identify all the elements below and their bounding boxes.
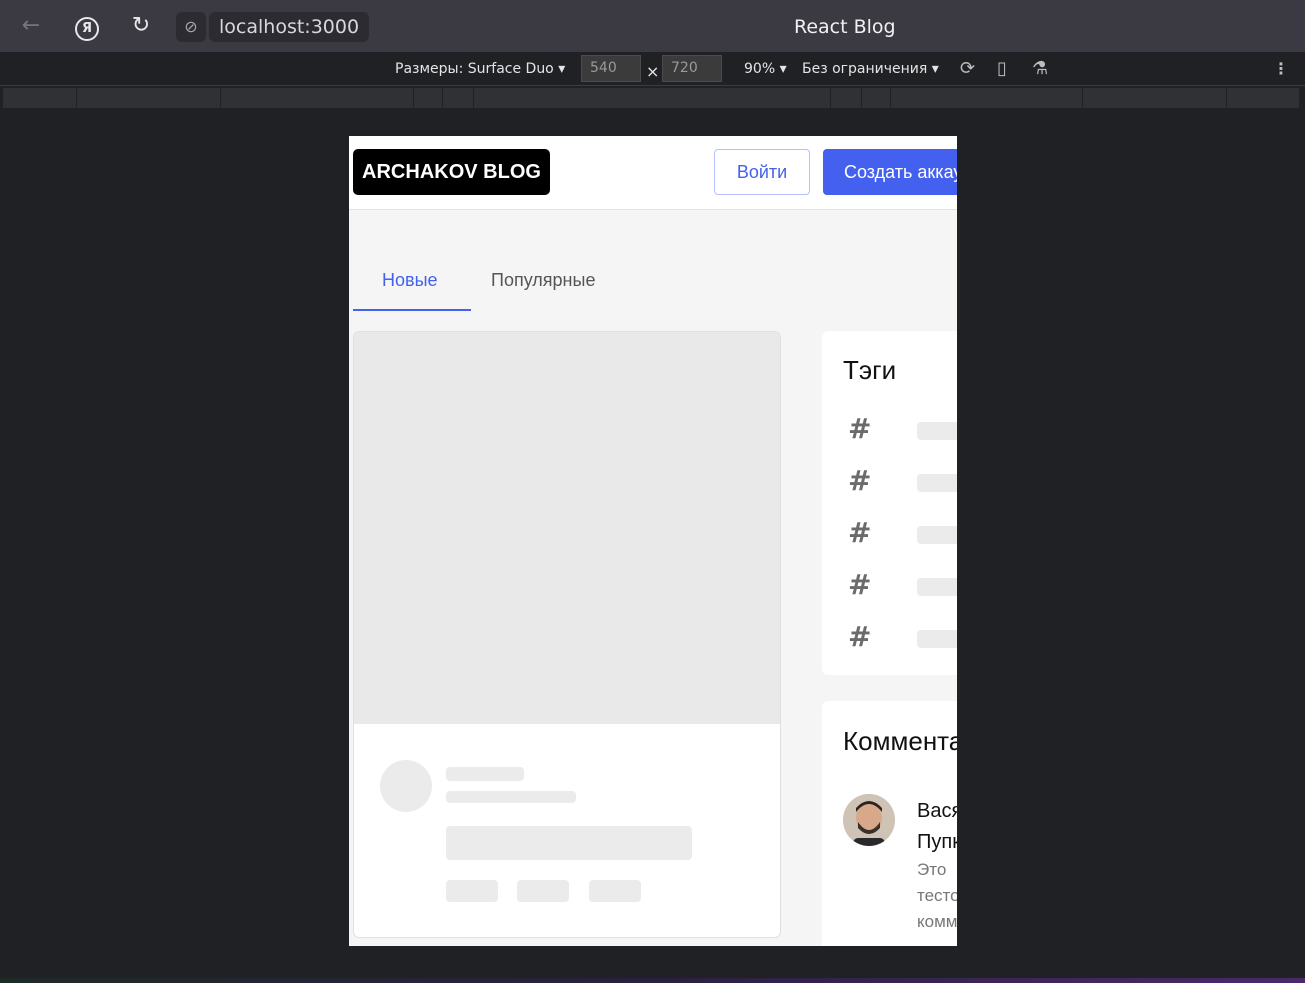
site-info-icon[interactable]: ⊘ xyxy=(176,12,206,42)
tag-skeleton xyxy=(446,880,498,902)
logo[interactable]: ARCHAKOV BLOG xyxy=(353,149,550,195)
comments-card: Комментарии Вася Пупкин Это тестовый ком… xyxy=(822,701,957,946)
hashtag-icon: # xyxy=(848,412,872,445)
tab-popular[interactable]: Популярные xyxy=(491,270,595,291)
media-query-segment[interactable] xyxy=(1083,88,1227,108)
window-edge xyxy=(0,978,1305,983)
media-query-ruler xyxy=(3,88,1300,108)
tag-label-skeleton xyxy=(917,578,957,596)
tag-skeleton xyxy=(517,880,569,902)
device-viewport: ARCHAKOV BLOG Войти Создать аккаунт Новы… xyxy=(349,136,957,946)
tag-label-skeleton xyxy=(917,526,957,544)
dimensions-dropdown[interactable]: Размеры: Surface Duo ▾ xyxy=(395,61,565,77)
hashtag-icon: # xyxy=(848,464,872,497)
media-query-segment[interactable] xyxy=(862,88,891,108)
media-query-segment[interactable] xyxy=(3,88,77,108)
media-query-segment[interactable] xyxy=(77,88,221,108)
title-skeleton xyxy=(446,826,692,860)
media-query-segment[interactable] xyxy=(443,88,474,108)
media-query-segment[interactable] xyxy=(831,88,862,108)
height-input[interactable]: 720 xyxy=(662,55,722,82)
media-query-segment[interactable] xyxy=(474,88,831,108)
width-input[interactable]: 540 xyxy=(581,55,641,82)
tag-item[interactable]: # xyxy=(822,564,957,604)
yandex-icon[interactable]: Я xyxy=(73,12,101,41)
tags-card: Тэги # # # # # xyxy=(822,331,957,675)
date-skeleton xyxy=(446,791,576,803)
address-bar[interactable]: localhost:3000 xyxy=(209,12,370,42)
site-header: ARCHAKOV BLOG Войти Создать аккаунт xyxy=(349,136,957,210)
tag-label-skeleton xyxy=(917,630,957,648)
hashtag-icon: # xyxy=(848,568,872,601)
post-card-skeleton xyxy=(353,331,781,938)
tab-new[interactable]: Новые xyxy=(382,270,438,291)
avatar xyxy=(843,794,895,846)
flask-icon[interactable]: ⚗ xyxy=(1032,58,1048,79)
comments-title: Комментарии xyxy=(843,726,957,756)
chevron-down-icon: ▾ xyxy=(931,61,939,77)
browser-toolbar: ← Я ↻ ⊘ localhost:3000 React Blog xyxy=(0,0,1305,52)
media-query-segment[interactable] xyxy=(221,88,414,108)
avatar-skeleton xyxy=(380,760,432,812)
hashtag-icon: # xyxy=(848,516,872,549)
device-toolbar: Размеры: Surface Duo ▾ 540 × 720 90% ▾ Б… xyxy=(0,52,1305,86)
zoom-value: 90% xyxy=(744,61,776,77)
media-query-segment[interactable] xyxy=(1227,88,1300,108)
tag-label-skeleton xyxy=(917,474,957,492)
tag-item[interactable]: # xyxy=(822,616,957,656)
rotate-icon[interactable]: ⟳ xyxy=(960,58,975,79)
zoom-dropdown[interactable]: 90% ▾ xyxy=(744,61,787,77)
dimensions-label: Размеры: Surface Duo xyxy=(395,61,554,77)
comment-text: Это тестовый комментарий xyxy=(917,860,957,931)
tag-item[interactable]: # xyxy=(822,460,957,500)
chevron-down-icon: ▾ xyxy=(558,61,566,77)
hashtag-icon: # xyxy=(848,620,872,653)
tags-title: Тэги xyxy=(843,355,897,385)
reload-icon[interactable]: ↻ xyxy=(127,12,155,40)
person-avatar-icon xyxy=(843,794,895,846)
author-skeleton xyxy=(446,767,524,781)
back-arrow-icon[interactable]: ← xyxy=(17,12,45,40)
throttling-dropdown[interactable]: Без ограничения ▾ xyxy=(802,61,939,77)
tag-item[interactable]: # xyxy=(822,512,957,552)
throttling-value: Без ограничения xyxy=(802,61,928,77)
media-query-segment[interactable] xyxy=(891,88,1083,108)
signup-button[interactable]: Создать аккаунт xyxy=(823,149,957,195)
dimensions-separator: × xyxy=(646,62,660,81)
login-button[interactable]: Войти xyxy=(714,149,810,195)
tag-skeleton xyxy=(589,880,641,902)
comment-author: Вася Пупкин xyxy=(917,800,957,853)
tag-label-skeleton xyxy=(917,422,957,440)
active-tab-indicator xyxy=(353,309,471,311)
page-title: React Blog xyxy=(794,16,896,38)
post-image-skeleton xyxy=(354,332,780,724)
tag-item[interactable]: # xyxy=(822,408,957,448)
more-options-icon[interactable]: ⋮ xyxy=(1273,59,1289,78)
chevron-down-icon: ▾ xyxy=(779,61,787,77)
media-query-segment[interactable] xyxy=(414,88,443,108)
dual-screen-icon[interactable]: ▯ xyxy=(997,58,1007,79)
